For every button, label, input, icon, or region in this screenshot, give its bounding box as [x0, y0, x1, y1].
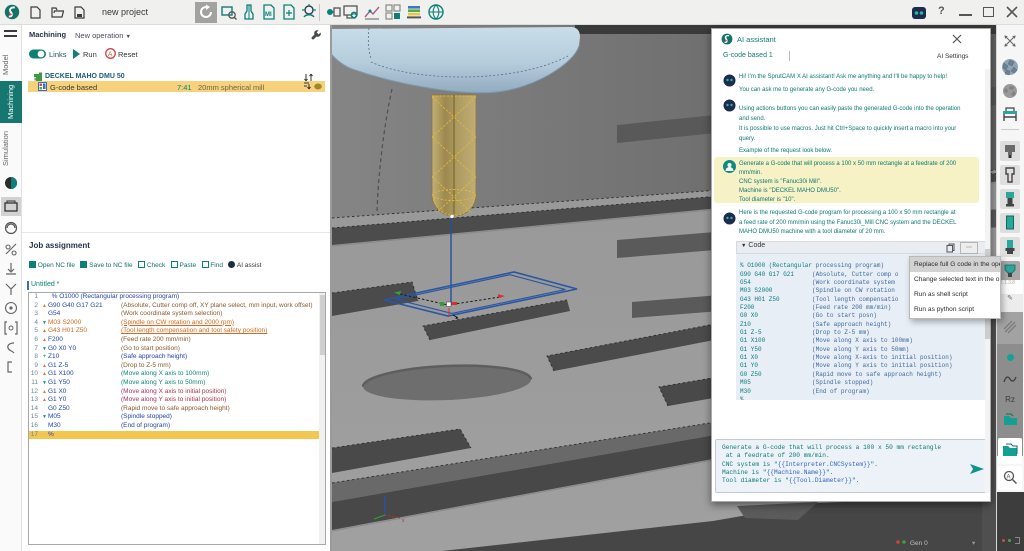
svg-text:A: A — [1006, 475, 1010, 481]
svg-text:Gen 0: Gen 0 — [910, 540, 928, 547]
svg-text:MI: MI — [265, 12, 272, 18]
svg-text:A: A — [108, 51, 113, 58]
